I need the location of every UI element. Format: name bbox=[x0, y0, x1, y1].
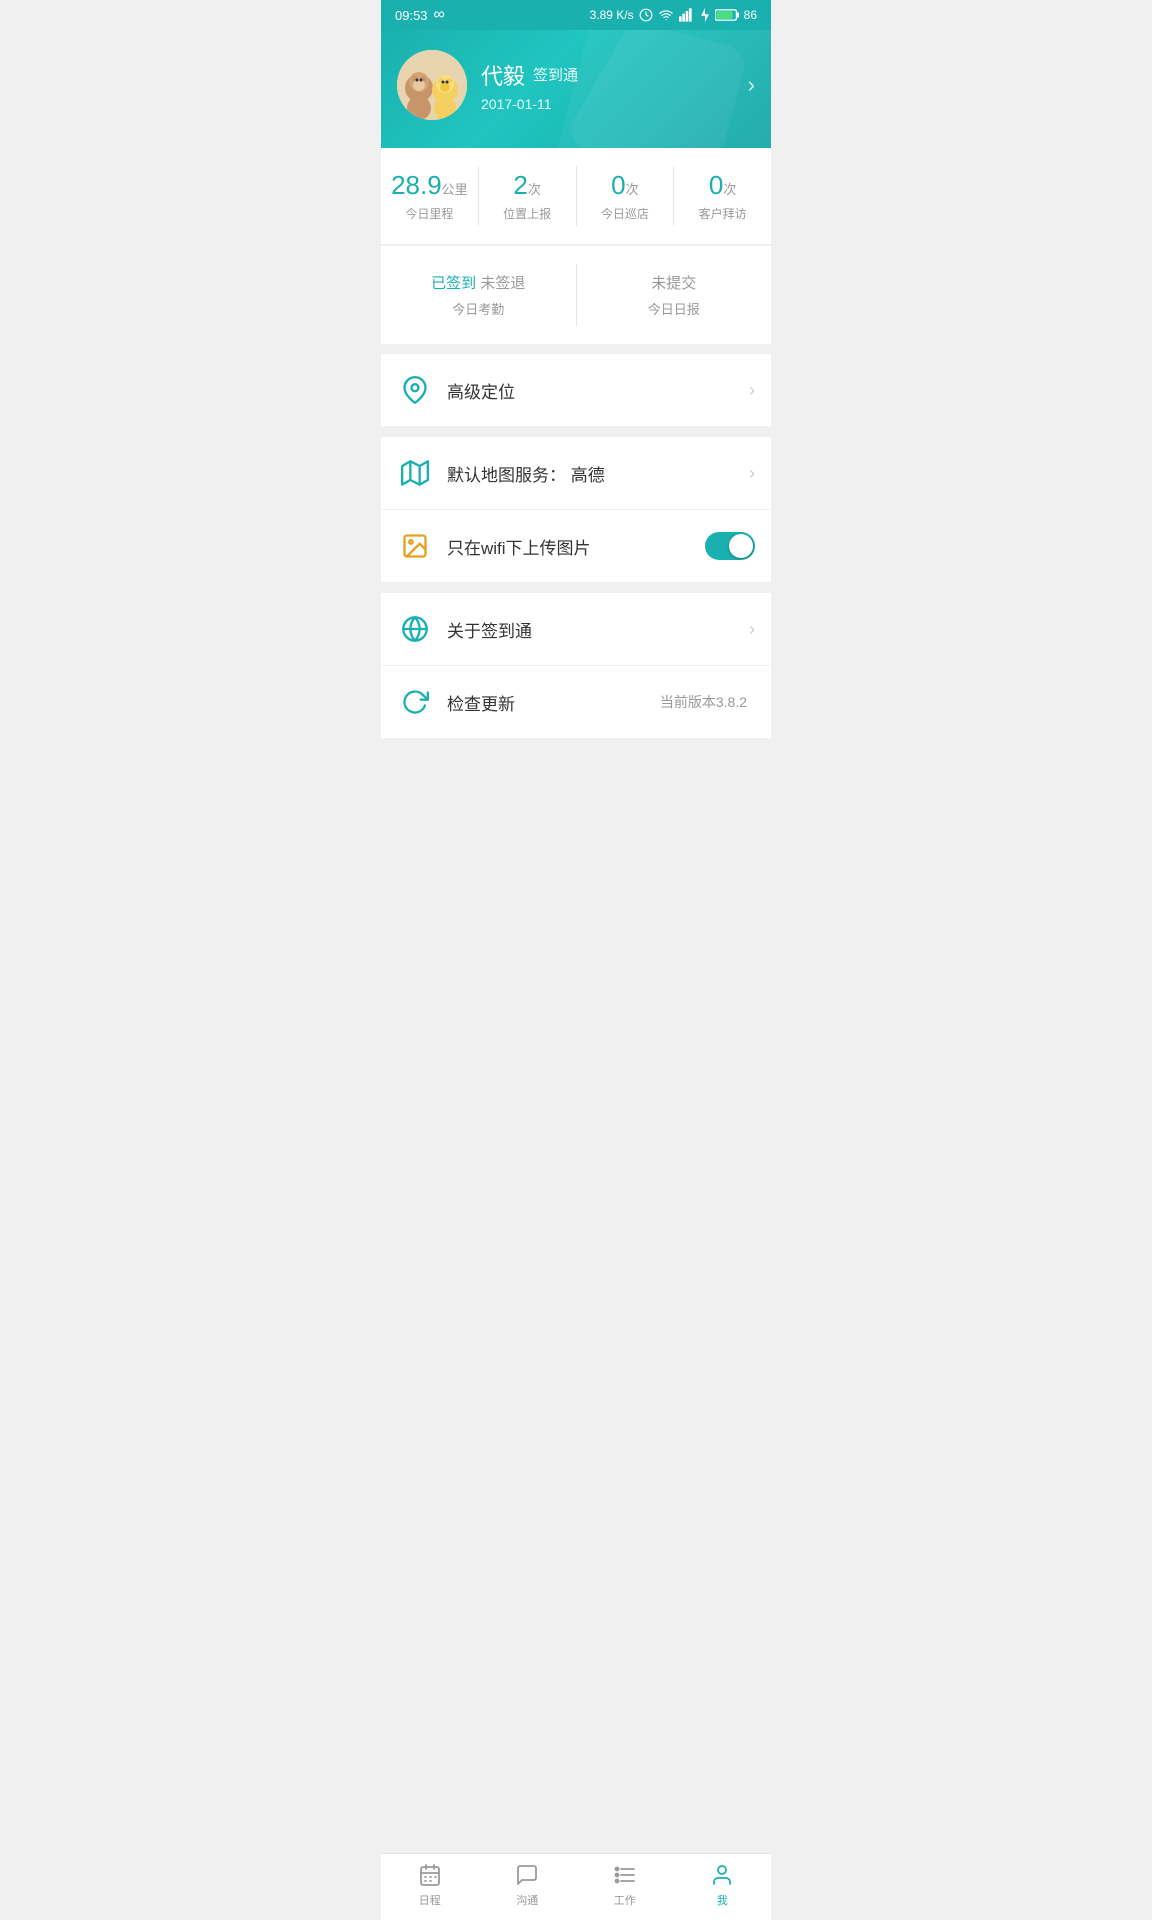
refresh-icon bbox=[397, 684, 433, 720]
nav-item-work[interactable]: 工作 bbox=[576, 1862, 674, 1908]
profile-header[interactable]: 代毅 签到通 2017-01-11 › bbox=[381, 30, 771, 148]
signal-icon bbox=[679, 8, 695, 22]
map-chevron: › bbox=[749, 463, 755, 484]
about-chevron: › bbox=[749, 619, 755, 640]
store-unit: 次 bbox=[626, 179, 639, 198]
location-label: 位置上报 bbox=[487, 205, 568, 222]
status-right: 3.89 K/s 86 bbox=[590, 8, 757, 22]
signed-in-status: 已签到 bbox=[431, 275, 476, 292]
schedule-label: 日程 bbox=[419, 1892, 441, 1908]
me-icon bbox=[709, 1862, 735, 1888]
report-label: 今日日报 bbox=[585, 299, 764, 318]
globe-icon bbox=[397, 611, 433, 647]
menu-section-settings: 默认地图服务： 高德 › 只在wifi下上传图片 bbox=[381, 437, 771, 582]
network-speed: 3.89 K/s bbox=[590, 8, 634, 22]
location-menu-label: 高级定位 bbox=[447, 378, 749, 403]
stat-mileage: 28.9 公里 今日里程 bbox=[381, 166, 479, 226]
menu-item-about[interactable]: 关于签到通 › bbox=[381, 593, 771, 666]
mileage-unit: 公里 bbox=[442, 179, 468, 198]
bottom-padding bbox=[381, 739, 771, 819]
nav-item-me[interactable]: 我 bbox=[674, 1862, 772, 1908]
report-pending-status: 未提交 bbox=[651, 275, 696, 292]
update-menu-label: 检查更新 bbox=[447, 690, 660, 715]
section-divider-1 bbox=[381, 344, 771, 354]
wifi-toggle[interactable] bbox=[705, 532, 755, 560]
menu-item-location[interactable]: 高级定位 › bbox=[381, 354, 771, 426]
profile-left: 代毅 签到通 2017-01-11 bbox=[397, 50, 578, 120]
wifi-icon bbox=[658, 8, 674, 22]
customer-unit: 次 bbox=[723, 179, 736, 198]
menu-section-about: 关于签到通 › 检查更新 当前版本3.8.2 bbox=[381, 593, 771, 738]
wifi-toggle-container bbox=[705, 532, 755, 560]
about-menu-label: 关于签到通 bbox=[447, 617, 749, 642]
profile-chevron-right[interactable]: › bbox=[748, 72, 755, 98]
profile-date: 2017-01-11 bbox=[481, 96, 578, 112]
work-label: 工作 bbox=[614, 1892, 636, 1908]
schedule-icon bbox=[417, 1862, 443, 1888]
image-icon bbox=[397, 528, 433, 564]
attendance-report: 未提交 今日日报 bbox=[577, 264, 772, 326]
clock-icon bbox=[639, 8, 653, 22]
customer-label: 客户拜访 bbox=[682, 205, 763, 222]
status-left: 09:53 ∞ bbox=[395, 6, 445, 24]
nav-item-chat[interactable]: 沟通 bbox=[479, 1862, 577, 1908]
mileage-label: 今日里程 bbox=[389, 205, 470, 222]
menu-item-map[interactable]: 默认地图服务： 高德 › bbox=[381, 437, 771, 510]
work-icon bbox=[612, 1862, 638, 1888]
wifi-upload-label: 只在wifi下上传图片 bbox=[447, 534, 705, 559]
section-divider-3 bbox=[381, 583, 771, 593]
attendance-label: 今日考勤 bbox=[389, 299, 568, 318]
infinity-icon: ∞ bbox=[434, 6, 445, 24]
app-name: 签到通 bbox=[533, 64, 578, 85]
chat-label: 沟通 bbox=[516, 1892, 538, 1908]
charging-icon bbox=[700, 8, 710, 22]
location-unit: 次 bbox=[528, 179, 541, 198]
mileage-value: 28.9 bbox=[391, 170, 442, 201]
menu-item-update[interactable]: 检查更新 当前版本3.8.2 bbox=[381, 666, 771, 738]
attendance-checkin: 已签到 未签退 今日考勤 bbox=[381, 264, 577, 326]
location-value: 2 bbox=[513, 170, 527, 201]
stat-location-reports: 2 次 位置上报 bbox=[479, 166, 577, 226]
menu-item-wifi-upload[interactable]: 只在wifi下上传图片 bbox=[381, 510, 771, 582]
chat-icon bbox=[514, 1862, 540, 1888]
report-status: 未提交 bbox=[585, 272, 764, 293]
section-divider-2 bbox=[381, 427, 771, 437]
update-version: 当前版本3.8.2 bbox=[660, 692, 747, 712]
menu-section-location: 高级定位 › bbox=[381, 354, 771, 426]
user-name: 代毅 bbox=[481, 59, 525, 91]
avatar bbox=[397, 50, 467, 120]
battery-level: 86 bbox=[744, 8, 757, 22]
stats-section: 28.9 公里 今日里程 2 次 位置上报 0 次 今日巡店 0 次 客户拜访 bbox=[381, 148, 771, 245]
bottom-nav: 日程 沟通 工作 我 bbox=[381, 1853, 771, 1920]
map-icon bbox=[397, 455, 433, 491]
location-icon bbox=[397, 372, 433, 408]
stat-store-visits: 0 次 今日巡店 bbox=[577, 166, 675, 226]
customer-value: 0 bbox=[709, 170, 723, 201]
me-label: 我 bbox=[717, 1892, 728, 1908]
stat-customer-visits: 0 次 客户拜访 bbox=[674, 166, 771, 226]
battery-icon bbox=[715, 8, 739, 22]
attendance-status: 已签到 未签退 bbox=[389, 272, 568, 293]
profile-info: 代毅 签到通 2017-01-11 bbox=[481, 59, 578, 112]
map-menu-label: 默认地图服务： 高德 bbox=[447, 461, 749, 486]
store-label: 今日巡店 bbox=[585, 205, 666, 222]
nav-item-schedule[interactable]: 日程 bbox=[381, 1862, 479, 1908]
status-bar: 09:53 ∞ 3.89 K/s 86 bbox=[381, 0, 771, 30]
toggle-knob bbox=[729, 534, 753, 558]
store-value: 0 bbox=[611, 170, 625, 201]
status-time: 09:53 bbox=[395, 8, 428, 23]
signed-out-status: 未签退 bbox=[480, 275, 525, 292]
location-chevron: › bbox=[749, 380, 755, 401]
attendance-section: 已签到 未签退 今日考勤 未提交 今日日报 bbox=[381, 246, 771, 344]
